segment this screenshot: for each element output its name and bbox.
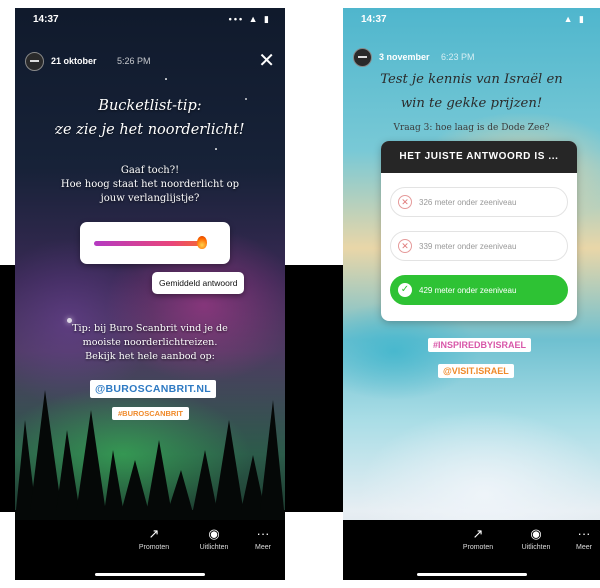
signal-icon: ••• ▲ ▮ [228, 14, 271, 24]
more-icon: ··· [256, 526, 270, 541]
home-indicator[interactable] [416, 573, 527, 576]
more-icon: ··· [577, 526, 591, 541]
story-username: 3 november [379, 52, 430, 62]
option-label: 429 meter onder zeeniveau [419, 286, 517, 295]
status-time: 14:37 [33, 14, 59, 25]
story-date: 21 oktober [51, 56, 97, 66]
right-story-screen: 14:37 ▲ ▮ 3 november 6:23 PM Test je ken… [343, 8, 600, 580]
title-line: Test je kennis van Israël en [380, 72, 563, 87]
more-button[interactable]: ··· Meer [242, 524, 284, 551]
subtitle-line: Gaaf toch?! [120, 165, 180, 176]
star [165, 78, 167, 80]
status-bar: 14:37 ▲ ▮ [343, 12, 600, 28]
quiz-question: Vraag 3: hoe laag is de Dode Zee? [393, 123, 550, 133]
story-time: 5:26 PM [117, 56, 151, 66]
home-indicator[interactable] [95, 573, 205, 576]
cross-icon: ✕ [398, 195, 412, 209]
mention-sticker[interactable]: @VISIT.ISRAEL [438, 364, 514, 378]
action-label: Meer [576, 544, 592, 551]
highlight-button[interactable]: ◉ Uitlichten [515, 524, 557, 551]
status-time: 14:37 [361, 14, 387, 25]
highlight-button[interactable]: ◉ Uitlichten [193, 524, 235, 551]
option-label: 326 meter onder zeeniveau [419, 198, 517, 207]
more-button[interactable]: ··· Meer [563, 524, 600, 551]
quiz-heading: HET JUISTE ANTWOORD IS ... [381, 141, 577, 173]
slider-track[interactable] [94, 241, 206, 246]
hashtag-sticker[interactable]: #BUROSCANBRIT [112, 407, 190, 420]
subtitle-line: jouw verlanglijstje? [100, 193, 200, 204]
heart-circle-icon: ◉ [530, 526, 542, 541]
status-bar: 14:37 ••• ▲ ▮ [15, 12, 285, 28]
average-answer-button[interactable]: Gemiddeld antwoord [152, 272, 245, 294]
action-label: Meer [255, 544, 271, 551]
tip-line: mooiste noorderlichtreizen. [82, 337, 218, 348]
story-time: 6:23 PM [441, 52, 475, 62]
story-actions: ↗ Promoten ◉ Uitlichten ··· Meer [343, 524, 600, 564]
story-title: Bucketlist-tip: ze zie je het noorderlic… [15, 94, 285, 142]
tip-line: Bekijk het hele aanbod op: [85, 351, 215, 362]
quiz-option[interactable]: ✕ 339 meter onder zeeniveau [390, 231, 568, 261]
tip-line: Tip: bij Buro Scanbrit vind je de [72, 323, 228, 334]
mention-sticker[interactable]: @BUROSCANBRIT.NL [90, 380, 216, 398]
option-label: 339 meter onder zeeniveau [419, 242, 517, 251]
check-icon: ✓ [398, 283, 412, 297]
quiz-option[interactable]: ✕ 326 meter onder zeeniveau [390, 187, 568, 217]
story-header: 21 oktober 5:26 PM ✕ [25, 50, 275, 72]
story-actions: ↗ Promoten ◉ Uitlichten ··· Meer [15, 524, 285, 564]
avatar[interactable] [353, 48, 372, 67]
action-label: Promoten [462, 544, 494, 551]
story-header: 3 november 6:23 PM [353, 48, 590, 67]
star [215, 148, 217, 150]
subtitle-line: Hoe hoog staat het noorderlicht op [60, 179, 240, 190]
emoji-slider[interactable] [80, 222, 230, 264]
title-line: Bucketlist-tip: [98, 98, 202, 114]
trend-icon: ↗ [472, 526, 484, 541]
action-label: Uitlichten [199, 544, 229, 551]
quiz-sticker[interactable]: HET JUISTE ANTWOORD IS ... ✕ 326 meter o… [381, 141, 577, 321]
hashtag-sticker[interactable]: #INSPIREDBYISRAEL [428, 338, 532, 352]
close-icon[interactable]: ✕ [258, 48, 275, 73]
action-label: Promoten [138, 544, 170, 551]
title-line: ze zie je het noorderlicht! [55, 122, 245, 138]
trend-icon: ↗ [148, 526, 160, 541]
cross-icon: ✕ [398, 239, 412, 253]
promote-button[interactable]: ↗ Promoten [133, 524, 175, 551]
action-label: Uitlichten [521, 544, 551, 551]
title-line: win te gekke prijzen! [400, 96, 543, 111]
quiz-option-correct[interactable]: ✓ 429 meter onder zeeniveau [390, 275, 568, 305]
heart-circle-icon: ◉ [208, 526, 220, 541]
avatar[interactable] [25, 52, 44, 71]
story-title: Test je kennis van Israël en win te gekk… [343, 68, 600, 116]
signal-icon: ▲ ▮ [563, 14, 586, 24]
left-story-screen: 14:37 ••• ▲ ▮ 21 oktober 5:26 PM ✕ Bucke… [15, 8, 285, 580]
promote-button[interactable]: ↗ Promoten [457, 524, 499, 551]
story-tip: Tip: bij Buro Scanbrit vind je de mooist… [15, 322, 285, 364]
story-subtitle: Gaaf toch?! Hoe hoog staat het noorderli… [15, 164, 285, 206]
